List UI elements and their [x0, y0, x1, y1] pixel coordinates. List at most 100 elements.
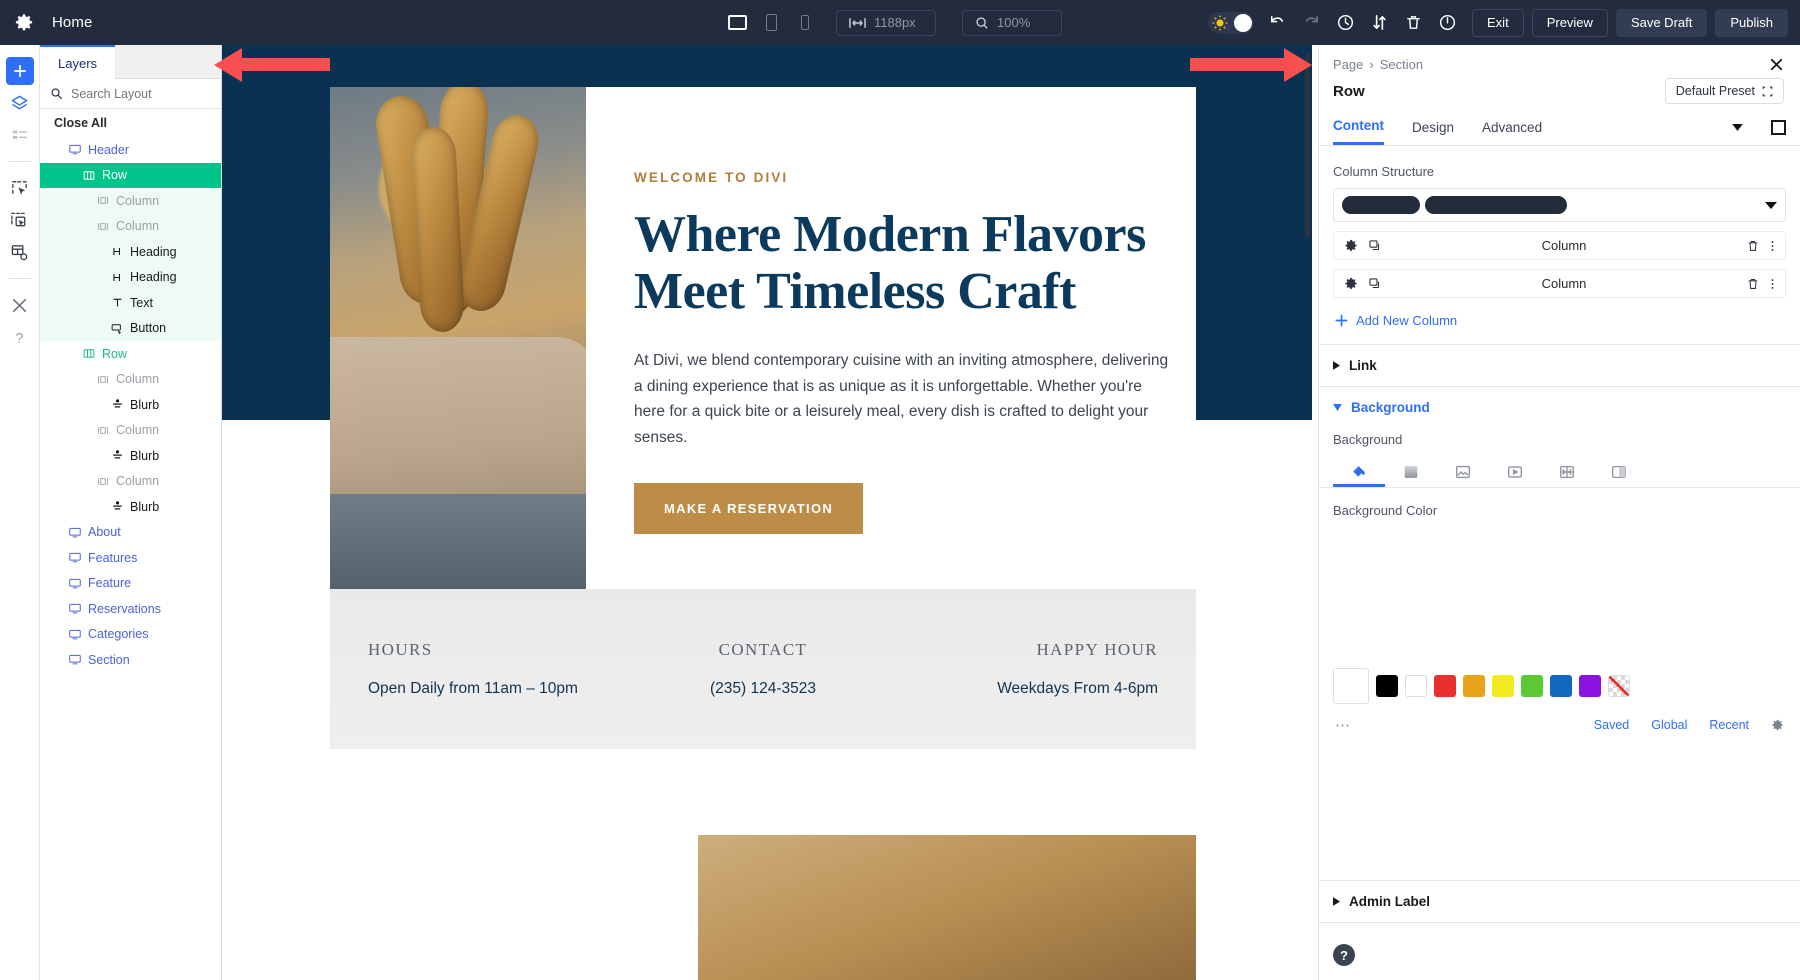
expand-square-icon[interactable]: [1771, 119, 1786, 135]
tools-icon[interactable]: [6, 291, 34, 319]
day-night-toggle[interactable]: [1208, 11, 1255, 34]
palette-swatch-1[interactable]: [1405, 675, 1427, 697]
layer-item-categories-19[interactable]: Categories: [40, 622, 221, 648]
layer-item-column-3[interactable]: Column: [40, 213, 221, 239]
add-icon[interactable]: [5, 57, 34, 85]
trash-icon[interactable]: [1396, 6, 1430, 40]
background-video-icon[interactable]: [1489, 457, 1541, 487]
wireframe-icon[interactable]: [6, 238, 34, 266]
layer-item-column-13[interactable]: Column: [40, 469, 221, 495]
gear-icon[interactable]: [1344, 277, 1358, 291]
publish-button[interactable]: Publish: [1715, 8, 1788, 37]
gear-icon[interactable]: [1771, 719, 1784, 732]
list-icon[interactable]: [6, 121, 34, 149]
layer-item-blurb-12[interactable]: Blurb: [40, 443, 221, 469]
layer-item-header-0[interactable]: Header: [40, 137, 221, 163]
layer-item-about-15[interactable]: About: [40, 520, 221, 546]
accordion-admin-label[interactable]: Admin Label: [1319, 880, 1800, 922]
hero-eyebrow[interactable]: WELCOME TO DIVI: [634, 170, 1174, 185]
trash-icon[interactable]: [1746, 239, 1760, 253]
layer-item-button-7[interactable]: Button: [40, 315, 221, 341]
layer-item-section-20[interactable]: Section: [40, 647, 221, 673]
viewport-width-field[interactable]: 1188px: [836, 9, 936, 36]
layer-item-row-8[interactable]: Row: [40, 341, 221, 367]
swatch-link-recent[interactable]: Recent: [1709, 718, 1749, 732]
layer-item-text-6[interactable]: Text: [40, 290, 221, 316]
palette-swatch-6[interactable]: [1550, 675, 1572, 697]
palette-swatch-5[interactable]: [1521, 675, 1543, 697]
more-vertical-icon[interactable]: [1770, 239, 1775, 253]
duplicate-icon[interactable]: [1368, 277, 1382, 291]
background-image-icon[interactable]: [1437, 457, 1489, 487]
next-section-image[interactable]: [698, 835, 1196, 980]
layer-item-reservations-18[interactable]: Reservations: [40, 596, 221, 622]
palette-swatch-0[interactable]: [1376, 675, 1398, 697]
desktop-icon[interactable]: [724, 10, 750, 36]
swatch-link-global[interactable]: Global: [1651, 718, 1687, 732]
tab-layers[interactable]: Layers: [40, 45, 116, 79]
background-gradient-icon[interactable]: [1385, 457, 1437, 487]
search-input[interactable]: [71, 86, 232, 101]
multi-select-icon[interactable]: [6, 206, 34, 234]
close-all-button[interactable]: Close All: [40, 109, 221, 137]
hero-image[interactable]: [330, 87, 586, 589]
save-draft-button[interactable]: Save Draft: [1615, 8, 1708, 37]
zoom-field[interactable]: 100%: [962, 9, 1062, 36]
info-strip-column-0[interactable]: HOURS Open Daily from 11am – 10pm: [330, 640, 631, 698]
close-icon[interactable]: [1769, 57, 1784, 72]
tablet-icon[interactable]: [758, 10, 784, 36]
page-title[interactable]: Home: [52, 14, 92, 31]
swatch-link-saved[interactable]: Saved: [1594, 718, 1629, 732]
gear-icon[interactable]: [1344, 239, 1358, 253]
column-row-1[interactable]: Column: [1333, 269, 1786, 298]
column-row-0[interactable]: Column: [1333, 231, 1786, 260]
background-color-icon[interactable]: [1333, 457, 1385, 487]
undo-icon[interactable]: [1260, 6, 1294, 40]
column-structure-selector[interactable]: [1333, 188, 1786, 222]
layer-item-column-11[interactable]: Column: [40, 418, 221, 444]
trash-icon[interactable]: [1746, 277, 1760, 291]
make-a-reservation-button[interactable]: MAKE A RESERVATION: [634, 482, 864, 534]
accordion-link[interactable]: Link: [1319, 344, 1800, 386]
copy-select-icon[interactable]: [6, 174, 34, 202]
tab-design[interactable]: Design: [1412, 120, 1454, 144]
layers-icon[interactable]: [6, 89, 34, 117]
portability-icon[interactable]: [1362, 6, 1396, 40]
history-icon[interactable]: [1328, 6, 1362, 40]
hero-paragraph[interactable]: At Divi, we blend contemporary cuisine w…: [634, 348, 1174, 450]
palette-swatch-transparent[interactable]: [1608, 675, 1630, 697]
question-icon[interactable]: ?: [1333, 944, 1355, 966]
accordion-background[interactable]: Background: [1319, 386, 1800, 428]
more-horizontal-icon[interactable]: ⋯: [1335, 716, 1352, 734]
layer-item-row-1[interactable]: Row: [40, 162, 221, 188]
layer-item-feature-17[interactable]: Feature: [40, 571, 221, 597]
info-strip[interactable]: HOURS Open Daily from 11am – 10pm CONTACT (…: [330, 589, 1196, 749]
chevron-down-icon[interactable]: [1765, 201, 1777, 209]
info-strip-column-1[interactable]: CONTACT (235) 124-3523: [631, 640, 894, 698]
palette-swatch-4[interactable]: [1492, 675, 1514, 697]
breadcrumb-page[interactable]: Page: [1333, 57, 1363, 72]
layer-item-blurb-10[interactable]: Blurb: [40, 392, 221, 418]
palette-swatch-3[interactable]: [1463, 675, 1485, 697]
palette-swatch-2[interactable]: [1434, 675, 1456, 697]
background-mask-icon[interactable]: [1593, 457, 1645, 487]
power-icon[interactable]: [1430, 6, 1464, 40]
preview-button[interactable]: Preview: [1531, 8, 1608, 37]
layer-item-column-2[interactable]: Column: [40, 188, 221, 214]
exit-button[interactable]: Exit: [1472, 8, 1524, 37]
info-strip-column-2[interactable]: HAPPY HOUR Weekdays From 4-6pm: [895, 640, 1196, 698]
palette-swatch-7[interactable]: [1579, 675, 1601, 697]
phone-icon[interactable]: [792, 10, 818, 36]
redo-icon[interactable]: [1294, 6, 1328, 40]
help-icon[interactable]: ?: [6, 323, 34, 351]
chevron-down-icon[interactable]: [1732, 123, 1743, 140]
gear-icon[interactable]: [14, 13, 34, 33]
layer-item-column-9[interactable]: Column: [40, 367, 221, 393]
hero-heading[interactable]: Where Modern Flavors Meet Timeless Craft: [634, 206, 1174, 320]
breadcrumb-section[interactable]: Section: [1380, 57, 1423, 72]
background-pattern-icon[interactable]: [1541, 457, 1593, 487]
tab-advanced[interactable]: Advanced: [1482, 120, 1542, 144]
tab-content[interactable]: Content: [1333, 118, 1384, 145]
layer-item-heading-4[interactable]: Heading: [40, 239, 221, 265]
layer-item-heading-5[interactable]: Heading: [40, 264, 221, 290]
